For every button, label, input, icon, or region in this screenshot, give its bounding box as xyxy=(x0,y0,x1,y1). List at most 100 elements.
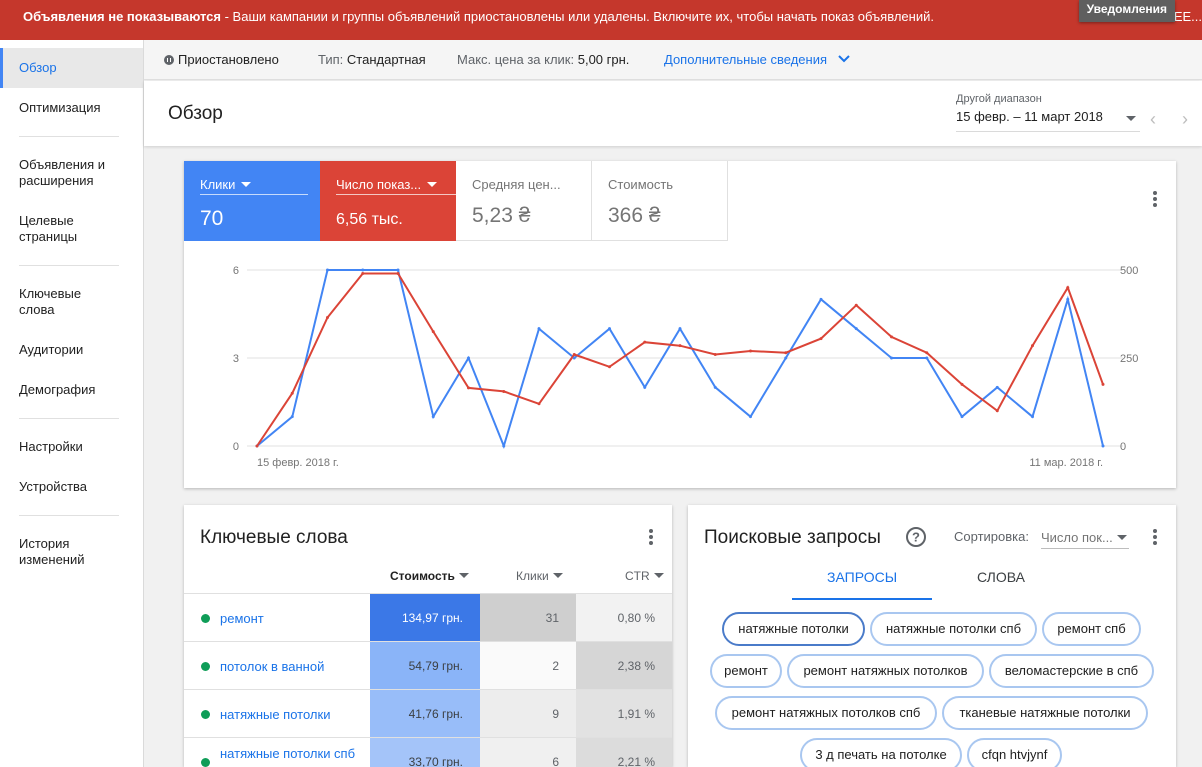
more-options-icon[interactable] xyxy=(1153,191,1157,209)
data-point xyxy=(326,268,329,272)
metric-name: Число показ... xyxy=(336,177,422,192)
metric-tile-impressions[interactable]: Число показ... 6,56 тыс. xyxy=(320,161,458,241)
sidebar-item-settings[interactable]: Настройки xyxy=(0,439,143,455)
data-point xyxy=(255,444,259,448)
data-point xyxy=(290,415,294,419)
data-point xyxy=(396,272,400,276)
y-right-tick: 500 xyxy=(1120,265,1138,277)
sort-dropdown[interactable]: Число пок... xyxy=(1041,527,1129,549)
search-terms-card: Поисковые запросы ? Сортировка: Число по… xyxy=(688,505,1176,767)
alert-overflow-text: EE... xyxy=(1173,9,1202,24)
performance-card: Клики 70 Число показ... 6,56 тыс. Средня… xyxy=(184,161,1176,488)
tab-words[interactable]: СЛОВА xyxy=(977,569,1025,585)
metric-tile-avg-cpc[interactable]: Средняя цен... 5,23 ₴ xyxy=(456,161,592,241)
sidebar-item-demographics[interactable]: Демография xyxy=(0,382,143,398)
keyword-link[interactable]: потолок в ванной xyxy=(220,659,324,675)
chevron-down-icon xyxy=(837,55,850,63)
next-period-icon[interactable]: › xyxy=(1182,109,1188,130)
table-row[interactable]: натяжные потолки 41,76 грн. 9 1,91 % xyxy=(184,689,672,738)
date-range-selector[interactable]: 15 февр. – 11 март 2018 xyxy=(956,109,1103,124)
data-point xyxy=(819,337,823,341)
query-chip[interactable]: 3 д печать на потолке xyxy=(800,738,962,767)
campaign-type: Тип: Стандартная xyxy=(318,52,426,67)
data-point xyxy=(537,327,541,331)
sidebar-item-overview[interactable]: Обзор xyxy=(0,48,143,88)
table-row[interactable]: потолок в ванной 54,79 грн. 2 2,38 % xyxy=(184,641,672,690)
keyword-link[interactable]: натяжные потолки спб xyxy=(220,746,360,762)
data-point xyxy=(572,356,576,360)
sidebar: Обзор Оптимизация Объявления и расширени… xyxy=(0,40,144,767)
notifications-button[interactable]: Уведомления xyxy=(1078,0,1175,22)
metric-value: 5,23 ₴ xyxy=(472,204,531,227)
data-point xyxy=(361,268,365,272)
search-terms-title: Поисковые запросы xyxy=(704,527,881,548)
query-chip[interactable]: ремонт спб xyxy=(1042,612,1141,646)
column-header-ctr[interactable]: CTR xyxy=(625,569,664,583)
sidebar-item-audiences[interactable]: Аудитории xyxy=(0,342,143,358)
clicks-cell: 31 xyxy=(480,594,576,642)
status-dot-icon xyxy=(201,710,210,719)
tab-queries[interactable]: ЗАПРОСЫ xyxy=(827,569,897,585)
sidebar-item-landing-pages[interactable]: Целевые страницы xyxy=(0,213,100,245)
query-chip[interactable]: натяжные потолки спб xyxy=(870,612,1037,646)
query-chip[interactable]: cfqn htvjynf xyxy=(967,738,1062,767)
sidebar-divider xyxy=(19,515,119,516)
sidebar-divider xyxy=(19,265,119,266)
data-point xyxy=(361,272,365,276)
data-point xyxy=(431,415,435,419)
x-tick-start: 15 февр. 2018 г. xyxy=(257,457,339,469)
data-point xyxy=(1066,297,1070,301)
line-chart: 6 500 3 250 0 0 15 февр. 2018 г. 11 мар. 2018… xyxy=(233,265,1138,469)
data-point xyxy=(431,330,435,334)
data-point xyxy=(643,385,647,389)
data-point xyxy=(960,382,964,386)
query-chip[interactable]: ремонт xyxy=(710,654,782,688)
metric-value: 6,56 тыс. xyxy=(336,211,403,228)
sort-label: Сортировка: xyxy=(954,529,1029,544)
sidebar-item-keywords[interactable]: Ключевые слова xyxy=(0,286,100,318)
metric-tile-cost[interactable]: Стоимость 366 ₴ xyxy=(592,161,728,241)
date-range-underline xyxy=(956,131,1140,132)
data-point xyxy=(749,349,752,353)
ctr-cell: 1,91 % xyxy=(576,690,672,738)
sidebar-item-change-history[interactable]: История изменений xyxy=(0,536,100,568)
more-options-icon[interactable] xyxy=(1153,529,1157,547)
query-chip[interactable]: тканевые натяжные потолки xyxy=(942,696,1148,730)
keyword-link[interactable]: ремонт xyxy=(220,611,264,627)
query-chip[interactable]: веломастерские в спб xyxy=(989,654,1154,688)
dropdown-arrow-icon[interactable] xyxy=(1126,116,1136,121)
metric-tile-clicks[interactable]: Клики 70 xyxy=(184,161,320,241)
sort-arrow-icon xyxy=(458,573,469,578)
sidebar-item-ads[interactable]: Объявления и расширения xyxy=(0,157,120,189)
column-header-cost[interactable]: Стоимость xyxy=(390,569,469,583)
cost-cell: 134,97 грн. xyxy=(370,594,480,642)
ctr-cell: 2,21 % xyxy=(576,738,672,767)
sidebar-item-devices[interactable]: Устройства xyxy=(0,479,143,495)
data-point xyxy=(713,352,717,356)
query-chip[interactable]: ремонт натяжных потолков спб xyxy=(715,696,937,730)
data-point xyxy=(290,391,294,395)
column-header-clicks[interactable]: Клики xyxy=(516,569,563,583)
help-icon[interactable]: ? xyxy=(905,526,927,548)
previous-period-icon[interactable]: ‹ xyxy=(1150,109,1156,130)
data-point xyxy=(925,351,929,355)
metric-value: 70 xyxy=(200,207,224,230)
metric-label: Стоимость xyxy=(608,177,674,192)
max-cpc-value: 5,00 грн. xyxy=(577,52,630,67)
data-point xyxy=(643,340,647,344)
data-point xyxy=(326,316,329,320)
dropdown-arrow-icon xyxy=(1117,535,1127,540)
keyword-link[interactable]: натяжные потолки xyxy=(220,707,330,723)
data-point xyxy=(678,327,682,331)
table-row[interactable]: натяжные потолки спб 33,70 грн. 6 2,21 % xyxy=(184,737,672,767)
details-link[interactable]: Дополнительные сведения xyxy=(664,52,851,67)
data-point xyxy=(502,389,506,393)
table-row[interactable]: ремонт 134,97 грн. 31 0,80 % xyxy=(184,593,672,642)
query-chip[interactable]: натяжные потолки xyxy=(722,612,865,646)
keywords-card: Ключевые слова Стоимость Клики CTR ремон… xyxy=(184,505,672,767)
data-point xyxy=(749,415,752,419)
sidebar-item-optimization[interactable]: Оптимизация xyxy=(0,100,143,116)
sort-arrow-icon xyxy=(653,573,664,578)
more-options-icon[interactable] xyxy=(649,529,653,547)
query-chip[interactable]: ремонт натяжных потолков xyxy=(787,654,984,688)
